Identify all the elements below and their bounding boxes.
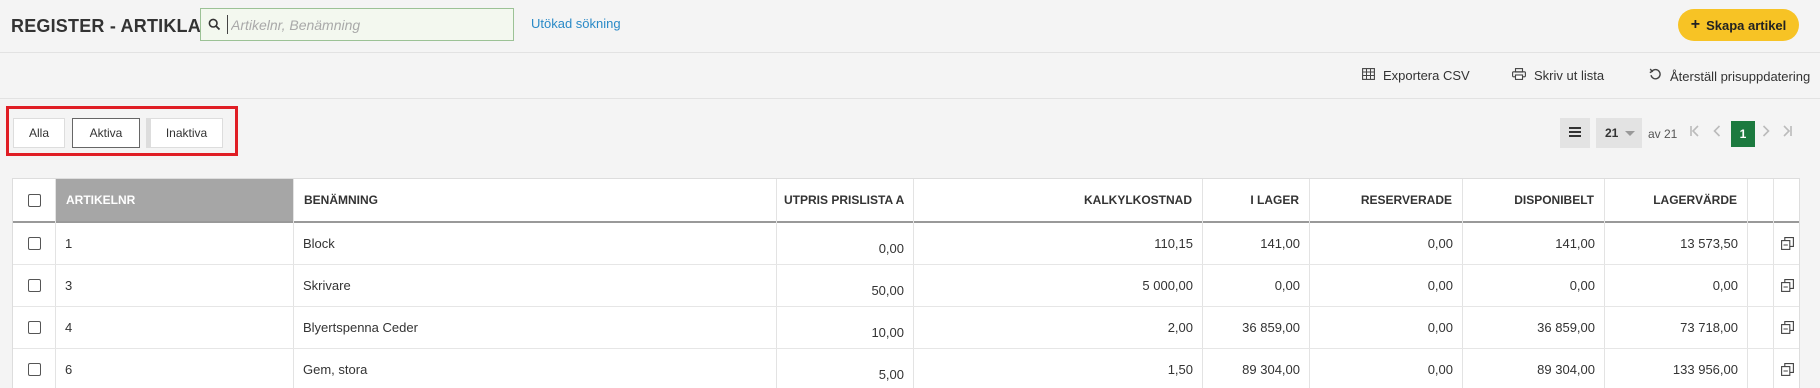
printer-icon [1512,68,1526,83]
column-header-artikelnr[interactable]: ARTIKELNR [56,179,293,223]
cell-utpris[interactable]: 0,00 [777,223,913,264]
copy-icon[interactable] [1774,307,1799,348]
page-size-value: 21 [1605,126,1619,140]
cell-kalkylkostnad: 1,50 [1167,362,1193,377]
export-csv-button[interactable]: Exportera CSV [1362,68,1470,83]
cell-reserverade: 0,00 [1427,236,1453,251]
cell-lagervarde: 73 718,00 [1680,320,1738,335]
row-checkbox-cell [13,223,55,264]
create-article-button[interactable]: + Skapa artikel [1678,9,1799,41]
next-page-icon[interactable] [1762,124,1770,140]
filter-active-button[interactable]: Aktiva [72,118,140,148]
cell-artikelnr: 6 [65,362,73,377]
column-header-i-lager[interactable]: I LAGER [1203,179,1309,223]
table-row[interactable]: 3 Skrivare 50,00 5 000,00 0,00 0,00 0,00… [13,265,1799,307]
cell-utpris[interactable]: 10,00 [777,307,913,348]
cell-i-lager: 0,00 [1274,278,1300,293]
cell-kalkylkostnad: 5 000,00 [1142,278,1193,293]
cell-i-lager: 89 304,00 [1242,362,1300,377]
current-page-button[interactable]: 1 [1731,121,1755,147]
cell-i-lager: 36 859,00 [1242,320,1300,335]
cell-utpris[interactable]: 5,00 [777,349,913,388]
column-header-kalkylkostnad[interactable]: KALKYLKOSTNAD [914,179,1202,223]
cell-benamning: Skrivare [303,278,351,293]
column-header-utpris[interactable]: UTPRIS PRISLISTA A [777,179,913,223]
search-icon [208,18,221,36]
action-bar: Exportera CSV Skriv ut lista Återställ p… [0,52,1820,99]
cell-i-lager: 141,00 [1260,236,1300,251]
prev-page-icon[interactable] [1713,124,1721,140]
reset-price-update-label: Återställ prisuppdatering [1670,68,1811,84]
table-grid-icon [1362,68,1375,83]
plus-icon: + [1690,16,1701,33]
column-header-actions [1748,179,1773,223]
print-list-button[interactable]: Skriv ut lista [1512,68,1604,83]
reset-price-update-button[interactable]: Återställ prisuppdatering [1649,68,1810,84]
cell-reserverade: 0,00 [1427,278,1453,293]
cell-lagervarde: 0,00 [1712,278,1738,293]
chevron-down-icon [1625,131,1635,136]
copy-icon[interactable] [1774,349,1799,388]
cell-lagervarde: 13 573,50 [1680,236,1738,251]
cell-disponibelt: 89 304,00 [1537,362,1595,377]
row-checkbox[interactable] [27,237,41,250]
row-checkbox[interactable] [27,321,41,334]
create-article-label: Skapa artikel [1706,17,1787,33]
undo-icon [1649,68,1662,84]
print-list-label: Skriv ut lista [1534,68,1605,83]
page-size-select[interactable]: 21 [1596,118,1642,148]
filter-inactive-button[interactable]: Inaktiva [146,118,223,148]
cell-disponibelt: 141,00 [1555,236,1595,251]
row-checkbox-cell [13,349,55,388]
row-checkbox[interactable] [27,279,41,292]
top-header: REGISTER - ARTIKLAR Utökad sökning + Ska… [0,0,1820,53]
list-menu-button[interactable] [1560,118,1590,148]
cell-reserverade: 0,00 [1427,362,1453,377]
cell-kalkylkostnad: 2,00 [1167,320,1193,335]
hamburger-icon [1569,124,1581,142]
cell-disponibelt: 36 859,00 [1537,320,1595,335]
row-checkbox[interactable] [27,363,41,376]
last-page-icon[interactable] [1782,124,1792,140]
cell-artikelnr: 1 [65,236,73,251]
column-header-disponibelt[interactable]: DISPONIBELT [1463,179,1604,223]
search-input[interactable] [227,15,511,34]
first-page-icon[interactable] [1690,124,1700,140]
row-checkbox-cell [13,265,55,306]
row-checkbox-cell [13,307,55,348]
copy-icon[interactable] [1774,223,1799,264]
cell-benamning: Gem, stora [303,362,368,377]
advanced-search-link[interactable]: Utökad sökning [531,16,621,31]
cell-reserverade: 0,00 [1427,320,1453,335]
copy-icon[interactable] [1774,265,1799,306]
column-header-lagervarde[interactable]: LAGERVÄRDE [1605,179,1747,223]
select-all-checkbox[interactable] [27,193,41,207]
cell-benamning: Block [303,236,335,251]
cell-artikelnr: 4 [65,320,73,335]
search-box[interactable] [200,8,514,41]
export-csv-label: Exportera CSV [1383,68,1470,83]
articles-table: ARTIKELNR BENÄMNING UTPRIS PRISLISTA A K… [12,178,1800,388]
select-all-checkbox-cell [13,179,55,223]
cell-artikelnr: 3 [65,278,73,293]
cell-kalkylkostnad: 110,15 [1154,236,1193,251]
cell-utpris[interactable]: 50,00 [777,265,913,306]
page-count-text: av 21 [1648,127,1678,141]
column-header-reserverade[interactable]: RESERVERADE [1310,179,1462,223]
table-row[interactable]: 4 Blyertspenna Ceder 10,00 2,00 36 859,0… [13,307,1799,349]
cell-benamning: Blyertspenna Ceder [303,320,418,335]
cell-lagervarde: 133 956,00 [1672,362,1738,377]
page-title: REGISTER - ARTIKLAR [11,16,215,36]
column-header-benamning[interactable]: BENÄMNING [294,179,776,223]
column-header-end [1774,179,1799,223]
cell-disponibelt: 0,00 [1569,278,1595,293]
table-row[interactable]: 6 Gem, stora 5,00 1,50 89 304,00 0,00 89… [13,349,1799,388]
filter-all-button[interactable]: Alla [13,118,65,148]
table-row[interactable]: 1 Block 0,00 110,15 141,00 0,00 141,00 1… [13,223,1799,265]
